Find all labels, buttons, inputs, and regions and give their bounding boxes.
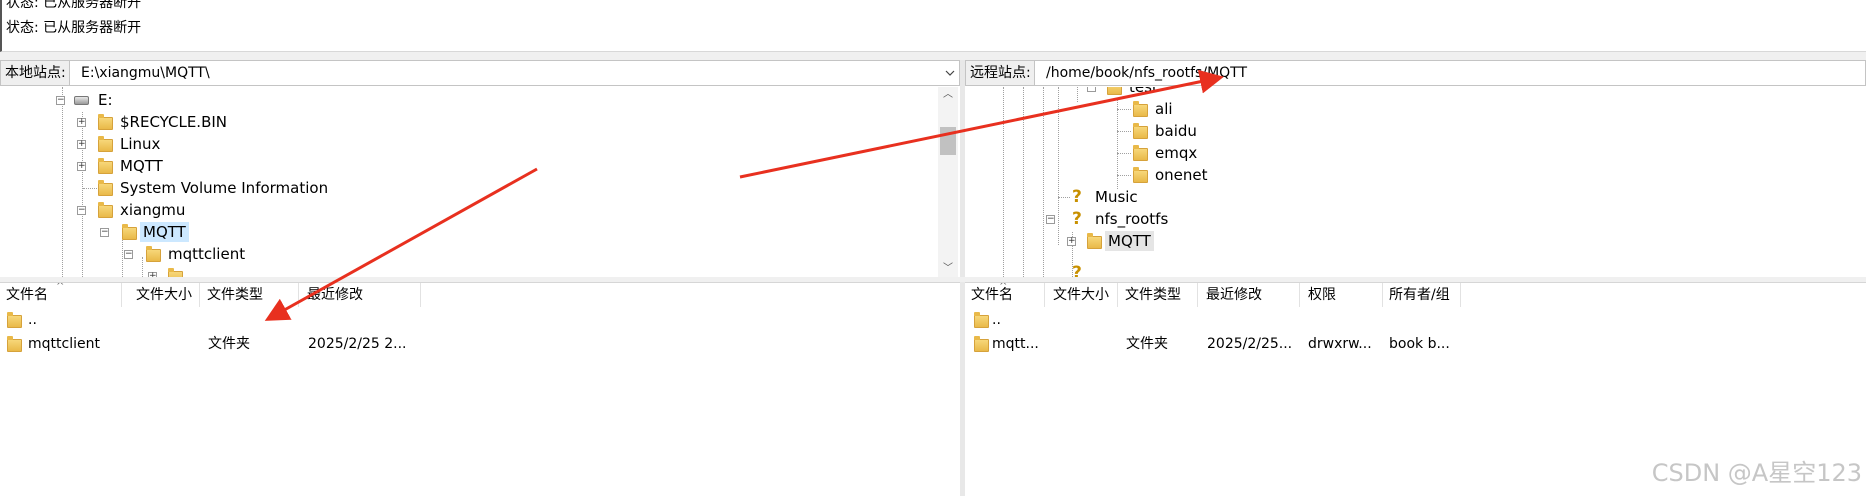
expand-icon[interactable]: + [77, 162, 86, 171]
collapse-icon[interactable]: − [56, 96, 65, 105]
file-name: mqttclient [28, 336, 100, 352]
unknown-folder-icon: ? [1072, 263, 1082, 277]
file-row[interactable]: .. [965, 310, 1866, 331]
tree-item-label: baidu [1155, 122, 1197, 140]
column-header-type[interactable]: 文件类型 [1119, 283, 1198, 307]
file-modified: 2025/2/25 2... [308, 336, 407, 352]
sort-caret-icon: ^ [999, 282, 1008, 292]
tree-item-label: test [1129, 87, 1158, 96]
column-header-size[interactable]: 文件大小 [1047, 283, 1118, 307]
folder-icon [1087, 233, 1102, 249]
remote-site-label: 远程站点: [966, 61, 1035, 85]
file-name: mqtt... [992, 336, 1039, 352]
collapse-icon[interactable]: − [77, 206, 86, 215]
folder-icon [146, 246, 161, 262]
remote-site-bar: 远程站点: /home/book/nfs_rootfs/MQTT [965, 60, 1866, 86]
file-name: .. [992, 312, 1001, 328]
folder-icon [974, 312, 989, 328]
local-file-list: 文件名 ^ 文件大小 文件类型 最近修改 .. mqttclient 文件夹 2… [0, 282, 960, 496]
tree-item-label: System Volume Information [120, 179, 329, 197]
folder-icon [1133, 123, 1148, 139]
folder-icon [1133, 167, 1148, 183]
tree-item-label: E: [98, 91, 113, 109]
folder-icon [7, 312, 22, 328]
tree-item-label: xiangmu [120, 201, 186, 219]
chevron-down-icon[interactable] [943, 61, 957, 85]
tree-item-label: Linux [120, 135, 161, 153]
collapse-icon[interactable]: − [124, 250, 133, 259]
splitter[interactable] [0, 52, 1866, 60]
expand-icon[interactable]: + [77, 140, 86, 149]
scroll-up-icon[interactable]: ︿ [938, 87, 958, 103]
file-type: 文件夹 [208, 336, 250, 352]
file-row[interactable]: mqtt... 文件夹 2025/2/25... drwxrw... book … [965, 334, 1866, 355]
folder-icon [98, 180, 113, 196]
tree-item-label: MQTT [120, 157, 163, 175]
column-header-size[interactable]: 文件大小 [130, 283, 200, 307]
tree-item-label: nfs_rootfs [1095, 210, 1169, 228]
column-header-modified[interactable]: 最近修改 [301, 283, 421, 307]
folder-icon [98, 114, 113, 130]
unknown-folder-icon: ? [1072, 209, 1082, 229]
scroll-thumb[interactable] [940, 127, 956, 155]
folder-icon [1133, 101, 1148, 117]
tree-item-label: Music [1095, 188, 1138, 206]
sort-caret-icon: ^ [56, 282, 65, 292]
folder-icon [168, 268, 183, 277]
folder-icon [98, 202, 113, 218]
collapse-icon[interactable]: − [1087, 87, 1096, 92]
tree-item-label: $RECYCLE.BIN [120, 113, 228, 131]
remote-path-input[interactable]: /home/book/nfs_rootfs/MQTT [1046, 61, 1247, 85]
drive-icon [74, 96, 89, 105]
local-directory-tree: − E: + $RECYCLE.BIN + Linux + MQTT Syste… [0, 87, 960, 277]
folder-icon [1133, 145, 1148, 161]
status-line: 状态: 已从服务器断开 [6, 0, 142, 11]
tree-item-label: mqttclient [168, 245, 246, 263]
tree-item-label: MQTT [1105, 231, 1154, 251]
file-owner: book b... [1389, 336, 1450, 352]
column-header-owner[interactable]: 所有者/组 [1383, 283, 1461, 307]
collapse-icon[interactable]: − [100, 228, 109, 237]
scroll-down-icon[interactable]: ﹀ [938, 261, 958, 277]
status-line: 状态: 已从服务器断开 [6, 20, 142, 36]
folder-icon [122, 224, 137, 240]
column-header-filename[interactable]: 文件名 ^ [965, 283, 1045, 307]
file-row[interactable]: .. [0, 310, 960, 331]
expand-icon[interactable]: + [1067, 237, 1076, 246]
tree-item-label: emqx [1155, 144, 1198, 162]
file-name: .. [28, 312, 37, 328]
file-permissions: drwxrw... [1308, 336, 1372, 352]
watermark: CSDN @A星空123 [1651, 459, 1862, 487]
tree-item-label: MQTT [140, 222, 189, 242]
folder-icon [98, 158, 113, 174]
expand-icon[interactable]: + [77, 118, 86, 127]
tree-item-label: onenet [1155, 166, 1208, 184]
column-header-filename[interactable]: 文件名 ^ [0, 283, 122, 307]
file-type: 文件夹 [1126, 336, 1168, 352]
file-modified: 2025/2/25... [1207, 336, 1293, 352]
status-log-panel: 状态: 已从服务器断开 状态: 已从服务器断开 [0, 0, 1866, 52]
collapse-icon[interactable]: − [1046, 215, 1055, 224]
local-tree-scrollbar[interactable]: ︿ ﹀ [938, 87, 958, 277]
unknown-folder-icon: ? [1072, 187, 1082, 207]
file-row[interactable]: mqttclient 文件夹 2025/2/25 2... [0, 334, 960, 355]
folder-icon [98, 136, 113, 152]
local-path-input[interactable]: E:\xiangmu\MQTT\ [81, 61, 210, 85]
tree-item-label: ali [1155, 100, 1173, 118]
column-header-permissions[interactable]: 权限 [1302, 283, 1383, 307]
local-site-label: 本地站点: [1, 61, 70, 85]
folder-icon [7, 336, 22, 352]
remote-directory-tree: − test ali baidu emqx onenet ? Music − ?… [965, 87, 1866, 277]
column-header-modified[interactable]: 最近修改 [1200, 283, 1300, 307]
folder-icon [1107, 87, 1122, 95]
local-site-bar: 本地站点: E:\xiangmu\MQTT\ [0, 60, 960, 86]
column-header-type[interactable]: 文件类型 [201, 283, 299, 307]
folder-icon [974, 336, 989, 352]
